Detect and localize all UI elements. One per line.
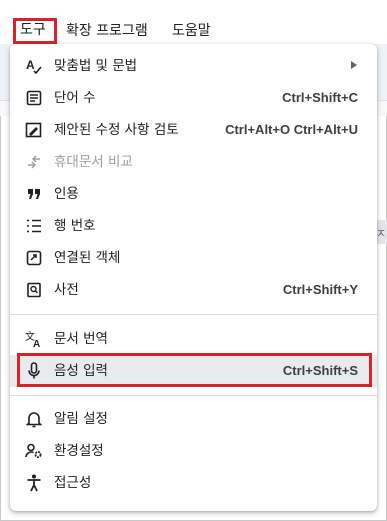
menu-item-label: 환경설정 bbox=[54, 443, 104, 459]
submenu-arrow-icon bbox=[351, 61, 357, 69]
tools-highlight-box bbox=[13, 18, 57, 44]
menu-item-translate-document[interactable]: 文A 문서 번역 bbox=[10, 323, 377, 355]
menu-item-label: 접근성 bbox=[54, 475, 92, 491]
menu-item-compare-documents[interactable]: 휴대문서 비교 bbox=[10, 146, 377, 178]
accessibility-icon bbox=[25, 474, 43, 492]
menu-item-label: 행 번호 bbox=[54, 218, 96, 234]
menu-separator bbox=[10, 395, 377, 396]
menu-item-word-count[interactable]: 단어 수 Ctrl+Shift+C bbox=[10, 82, 377, 114]
menu-item-preferences[interactable]: 환경설정 bbox=[10, 435, 377, 467]
bell-icon bbox=[25, 410, 43, 428]
menu-item-accessibility[interactable]: 접근성 bbox=[10, 467, 377, 499]
review-edits-icon bbox=[25, 121, 43, 139]
tools-dropdown-menu: A 맞춤법 및 문법 단어 수 Ctrl+Shift+C 제안된 수정 사항 검… bbox=[10, 44, 377, 511]
svg-text:A: A bbox=[33, 339, 40, 348]
menu-item-line-numbers[interactable]: 행 번호 bbox=[10, 210, 377, 242]
menu-item-notification-settings[interactable]: 알림 설정 bbox=[10, 403, 377, 435]
quote-icon bbox=[25, 185, 43, 203]
menu-item-label: 맞춤법 및 문법 bbox=[54, 58, 138, 74]
shortcut-text: Ctrl+Shift+Y bbox=[282, 282, 358, 297]
side-char: ㅈ bbox=[376, 227, 387, 240]
spellcheck-icon: A bbox=[25, 57, 43, 75]
menu-item-dictionary[interactable]: 사전 Ctrl+Shift+Y bbox=[10, 274, 377, 306]
menu-item-label: 단어 수 bbox=[54, 90, 96, 106]
menu-item-review-edits[interactable]: 제안된 수정 사항 검토 Ctrl+Alt+O Ctrl+Alt+U bbox=[10, 114, 377, 146]
person-gear-icon bbox=[25, 442, 43, 460]
menu-item-linked-objects[interactable]: 연결된 객체 bbox=[10, 242, 377, 274]
voice-typing-highlight-box bbox=[17, 353, 372, 387]
menu-item-spelling[interactable]: A 맞춤법 및 문법 bbox=[10, 50, 377, 82]
menu-item-citations[interactable]: 인용 bbox=[10, 178, 377, 210]
link-icon bbox=[25, 249, 43, 267]
menu-item-label: 알림 설정 bbox=[54, 411, 108, 427]
dictionary-icon bbox=[25, 281, 43, 299]
menu-separator bbox=[10, 314, 377, 315]
shortcut-text: Ctrl+Alt+O Ctrl+Alt+U bbox=[225, 122, 358, 137]
line-numbers-icon bbox=[25, 217, 43, 235]
menu-item-label: 제안된 수정 사항 검토 bbox=[54, 122, 179, 138]
menu-item-label: 연결된 객체 bbox=[54, 250, 121, 266]
menu-help[interactable]: 도움말 bbox=[172, 22, 211, 40]
menu-extensions[interactable]: 확장 프로그램 bbox=[66, 22, 148, 40]
menu-item-label: 휴대문서 비교 bbox=[54, 154, 133, 170]
menu-item-label: 사전 bbox=[54, 282, 79, 298]
svg-text:A: A bbox=[26, 58, 35, 72]
menu-item-label: 인용 bbox=[54, 186, 79, 202]
menu-item-label: 문서 번역 bbox=[54, 331, 108, 347]
menubar: 도구 확장 프로그램 도움말 bbox=[0, 0, 387, 44]
word-count-icon bbox=[25, 89, 43, 107]
compare-icon bbox=[25, 153, 43, 171]
shortcut-text: Ctrl+Shift+C bbox=[282, 90, 358, 105]
translate-icon: 文A bbox=[25, 330, 43, 348]
